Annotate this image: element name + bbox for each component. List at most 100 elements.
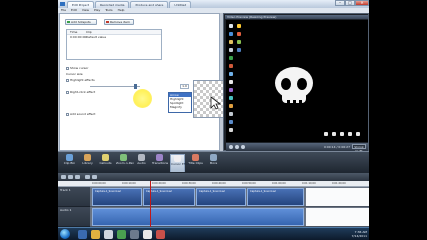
- media-player-icon[interactable]: [104, 230, 113, 239]
- video-clip[interactable]: Capture-1_Sound.avi: [247, 188, 304, 206]
- track-1-label: Track 1: [60, 188, 71, 192]
- task-label: Title Clips: [188, 161, 203, 165]
- task-label: Transitions: [152, 161, 169, 165]
- windows-taskbar: 7:36 AM 7/14/2011: [58, 227, 369, 240]
- task-title-clips[interactable]: Title Clips: [188, 154, 203, 172]
- task-transitions[interactable]: Transitions: [152, 154, 169, 172]
- remove-item-button[interactable]: Remove item: [104, 19, 134, 25]
- cursor-size-value[interactable]: 1.0: [180, 84, 189, 89]
- close-button[interactable]: ✕: [355, 0, 369, 6]
- desktop-icon: [356, 132, 360, 136]
- right-click-label: Right-click effect: [70, 90, 96, 94]
- preview-title-bar: Video Preview (Resizing Preview): [225, 15, 368, 19]
- right-click-option[interactable]: Right-click effect: [66, 90, 95, 94]
- row-time: 0:00:00:00: [70, 35, 87, 39]
- col-clip: Clip: [86, 30, 92, 34]
- app-taskbar-icon[interactable]: [130, 230, 139, 239]
- task-clip-bin[interactable]: Clip Bin: [62, 154, 77, 172]
- mouse-pointer-icon: [210, 96, 222, 110]
- add-button-label: Add hotspots: [71, 20, 91, 24]
- sound-effect-checkbox[interactable]: [66, 112, 69, 116]
- sound-effect-option[interactable]: Add sound effect: [66, 112, 95, 116]
- cursor-size-slider[interactable]: [90, 86, 140, 87]
- video-clip[interactable]: Capture-1_Sound.avi: [196, 188, 246, 206]
- list-item[interactable]: 0:00:00:00 Default value: [67, 35, 161, 40]
- skull-wallpaper-icon: [275, 67, 313, 105]
- desktop-icon: [348, 132, 352, 136]
- preview-canvas[interactable]: [226, 20, 368, 142]
- empty-lane: [306, 208, 369, 226]
- app-taskbar-icon[interactable]: [156, 230, 165, 239]
- ie-icon[interactable]: [78, 230, 87, 239]
- camtasia-taskbar-icon[interactable]: [117, 230, 126, 239]
- play-icon[interactable]: [235, 145, 239, 149]
- forward-icon[interactable]: [241, 145, 245, 149]
- tab-recorded-media[interactable]: Recorded media: [95, 1, 130, 8]
- camtasia-window: Edit Project Recorded media Produce and …: [58, 0, 369, 240]
- ruler-tick: 0:01:20;00: [332, 182, 346, 185]
- track-1-header[interactable]: Track 1: [58, 187, 90, 207]
- clip-label: Capture-1_Sound.avi: [250, 190, 277, 193]
- col-time: Time: [70, 30, 78, 34]
- task-label: Callouts: [99, 161, 112, 165]
- effect-dropdown[interactable]: Arrow Highlight Spotlight Magnify: [168, 92, 192, 113]
- add-hotspot-button[interactable]: Add hotspots: [65, 19, 97, 25]
- playhead-marker[interactable]: [150, 181, 151, 227]
- preview-size-select[interactable]: Shrink to fit: [352, 144, 366, 153]
- timeline-tracks: Track 1 Capture-1_Sound.avi Capture-1_So…: [58, 187, 369, 227]
- highlight-checkbox[interactable]: [66, 78, 69, 82]
- maximize-button[interactable]: □: [345, 0, 355, 6]
- task-label: Audio: [137, 161, 146, 165]
- show-cursor-option[interactable]: Show cursor: [66, 66, 88, 70]
- dropdown-option[interactable]: Magnify: [169, 105, 191, 109]
- split-icon[interactable]: [92, 175, 97, 179]
- audio-clip[interactable]: [92, 208, 304, 226]
- start-button[interactable]: [60, 229, 70, 239]
- cut-icon[interactable]: [85, 175, 90, 179]
- app-icon: [60, 2, 65, 6]
- explorer-icon[interactable]: [91, 230, 100, 239]
- show-cursor-checkbox[interactable]: [66, 66, 69, 70]
- cursor-effects-panel: Add hotspots Remove item Time Clip 0:00:…: [59, 13, 230, 151]
- app-taskbar-icon[interactable]: [143, 230, 152, 239]
- effects-list[interactable]: Time Clip 0:00:00:00 Default value: [66, 29, 162, 60]
- desktop-icon: [229, 120, 233, 124]
- desktop-icon: [237, 48, 241, 52]
- desktop-icon: [237, 24, 241, 28]
- desktop-icon: [324, 132, 328, 136]
- tab-untitled[interactable]: Untitled: [169, 1, 192, 8]
- task-zoom-pan[interactable]: Zoom-n-Pan: [116, 154, 134, 172]
- ruler-tick: 0:00:30;00: [182, 182, 196, 185]
- clock-date: 7/14/2011: [351, 234, 367, 238]
- video-clip[interactable]: Capture-1_Sound.avi: [92, 188, 142, 206]
- title-bar: Edit Project Recorded media Produce and …: [58, 0, 369, 8]
- task-more[interactable]: More: [206, 154, 221, 172]
- tab-produce-share[interactable]: Produce and share: [130, 1, 169, 8]
- track-2-header[interactable]: Audio 1: [58, 207, 90, 227]
- audio-icon: [138, 154, 145, 161]
- remove-button-label: Remove item: [110, 20, 130, 24]
- system-clock[interactable]: 7:36 AM 7/14/2011: [352, 230, 367, 238]
- task-cursor-effects[interactable]: Cursor Effects: [170, 154, 193, 172]
- right-click-checkbox[interactable]: [66, 90, 69, 94]
- library-icon: [84, 154, 91, 161]
- rewind-icon[interactable]: [229, 145, 233, 149]
- tracks-button[interactable]: [61, 175, 66, 179]
- task-label: Cursor Effects: [171, 162, 193, 166]
- minimize-button[interactable]: –: [335, 0, 345, 6]
- highlight-option[interactable]: Highlight effects: [66, 78, 95, 82]
- zoom-out-icon[interactable]: [75, 175, 80, 179]
- task-tab-strip: Clip Bin Library Callouts Zoom-n-Pan Aud…: [58, 151, 369, 173]
- clip-label: Capture-1_Sound.avi: [199, 190, 226, 193]
- task-audio[interactable]: Audio: [134, 154, 149, 172]
- track-2-lane[interactable]: [90, 207, 369, 227]
- video-preview-panel: Video Preview (Resizing Preview) 0:00:14…: [223, 13, 369, 153]
- zoom-in-icon[interactable]: [68, 175, 73, 179]
- task-callouts[interactable]: Callouts: [98, 154, 113, 172]
- tab-edit-project[interactable]: Edit Project: [67, 1, 95, 8]
- slider-thumb[interactable]: [134, 84, 137, 89]
- task-library[interactable]: Library: [80, 154, 95, 172]
- ruler-tick: 0:00:00;00: [92, 182, 106, 185]
- track-1-lane[interactable]: Capture-1_Sound.avi Capture-1_Sound.avi …: [90, 187, 369, 207]
- desktop-icon: [229, 88, 233, 92]
